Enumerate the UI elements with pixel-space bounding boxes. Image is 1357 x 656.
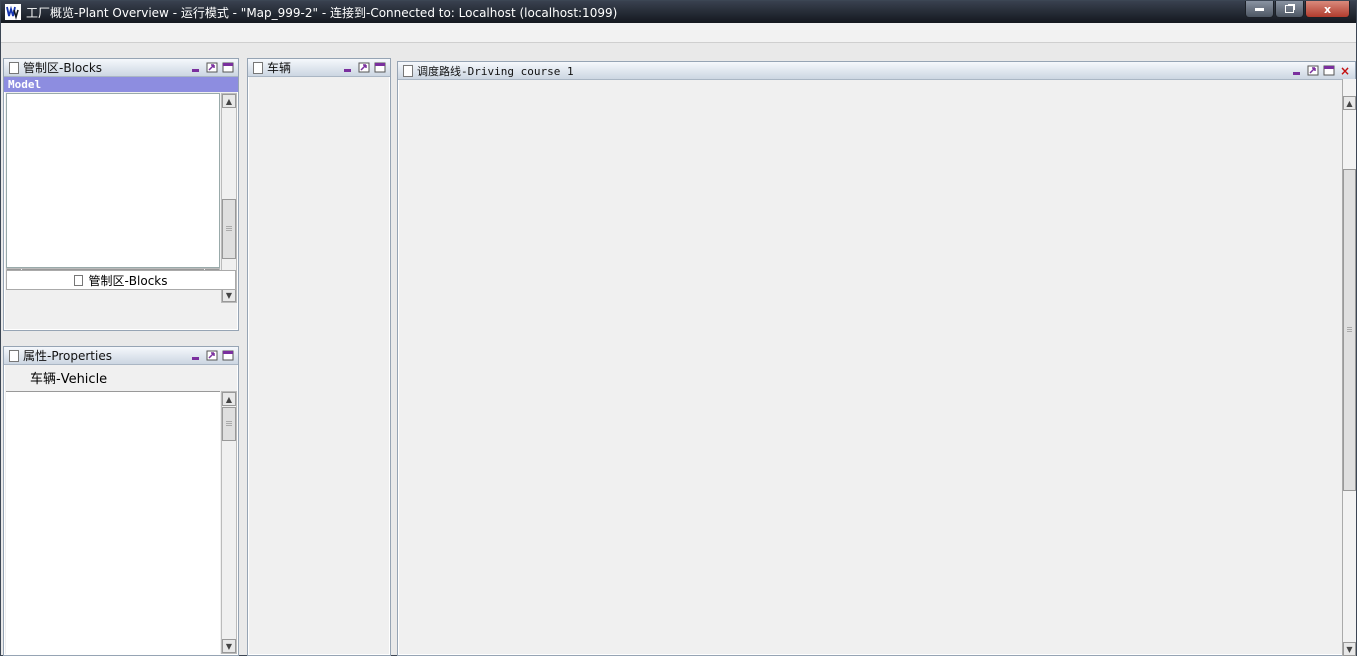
model-header: Model: [4, 77, 238, 92]
page-icon: [9, 62, 19, 74]
panel-close-icon[interactable]: ×: [1338, 65, 1352, 77]
app-icon: [5, 4, 21, 20]
window-titlebar: 工厂概览-Plant Overview - 运行模式 - "Map_999-2"…: [1, 1, 1356, 23]
panel-minimize-icon[interactable]: [341, 62, 355, 74]
scroll-thumb[interactable]: [1343, 169, 1356, 491]
blocks-tree: [6, 93, 220, 268]
properties-subject: 车辆-Vehicle: [4, 365, 238, 389]
map-panel-titlebar: 调度路线-Driving course 1 ×: [398, 62, 1355, 80]
menu-bar: [1, 23, 1356, 43]
window-restore-button[interactable]: [1275, 1, 1304, 18]
page-icon: [74, 275, 83, 286]
scroll-up-button[interactable]: ▲: [222, 392, 236, 406]
window-minimize-button[interactable]: [1245, 1, 1274, 18]
panel-minimize-icon[interactable]: [189, 350, 203, 362]
properties-panel-title: 属性-Properties: [23, 347, 189, 364]
blocks-bottom-tab[interactable]: 管制区-Blocks: [6, 270, 236, 290]
properties-table: [6, 391, 220, 655]
scroll-up-button[interactable]: ▲: [1343, 96, 1356, 110]
vehicles-panel-titlebar: 车辆: [248, 59, 390, 77]
blocks-bottom-tab-label: 管制区-Blocks: [88, 272, 167, 289]
scroll-thumb[interactable]: [222, 407, 236, 441]
blocks-panel-title: 管制区-Blocks: [23, 59, 189, 76]
scroll-down-button[interactable]: ▼: [222, 639, 236, 653]
page-icon: [253, 62, 263, 74]
properties-vscrollbar[interactable]: ▲ ▼: [221, 391, 237, 654]
panel-float-icon[interactable]: [205, 62, 219, 74]
window-title: 工厂概览-Plant Overview - 运行模式 - "Map_999-2"…: [26, 4, 617, 21]
panel-maximize-icon[interactable]: [221, 62, 235, 74]
blocks-panel: 管制区-Blocks Model ▲ ▼ ◀ ▶ 管制区-Blocks: [3, 58, 239, 331]
window-close-button[interactable]: x: [1305, 1, 1350, 18]
scroll-thumb[interactable]: [222, 199, 236, 259]
properties-panel: 属性-Properties 车辆-Vehicle ▲ ▼: [3, 346, 239, 656]
panel-maximize-icon[interactable]: [373, 62, 387, 74]
scroll-down-button[interactable]: ▼: [1343, 642, 1356, 656]
panel-float-icon[interactable]: [1306, 65, 1320, 77]
panel-maximize-icon[interactable]: [1322, 65, 1336, 77]
blocks-panel-titlebar: 管制区-Blocks: [4, 59, 238, 77]
panel-maximize-icon[interactable]: [221, 350, 235, 362]
driving-course-canvas[interactable]: [399, 79, 1342, 656]
panel-minimize-icon[interactable]: [1290, 65, 1304, 77]
properties-panel-titlebar: 属性-Properties: [4, 347, 238, 365]
vehicles-panel: 车辆: [247, 58, 391, 656]
application-window: 工厂概览-Plant Overview - 运行模式 - "Map_999-2"…: [0, 0, 1357, 656]
map-vscrollbar[interactable]: ▲ ▼: [1342, 79, 1356, 656]
panel-minimize-icon[interactable]: [189, 62, 203, 74]
page-icon: [403, 65, 413, 77]
vehicles-panel-title: 车辆: [267, 59, 341, 76]
map-panel-title: 调度路线-Driving course 1: [417, 63, 1290, 79]
panel-float-icon[interactable]: [357, 62, 371, 74]
scroll-up-button[interactable]: ▲: [222, 94, 236, 108]
panel-float-icon[interactable]: [205, 350, 219, 362]
page-icon: [9, 350, 19, 362]
